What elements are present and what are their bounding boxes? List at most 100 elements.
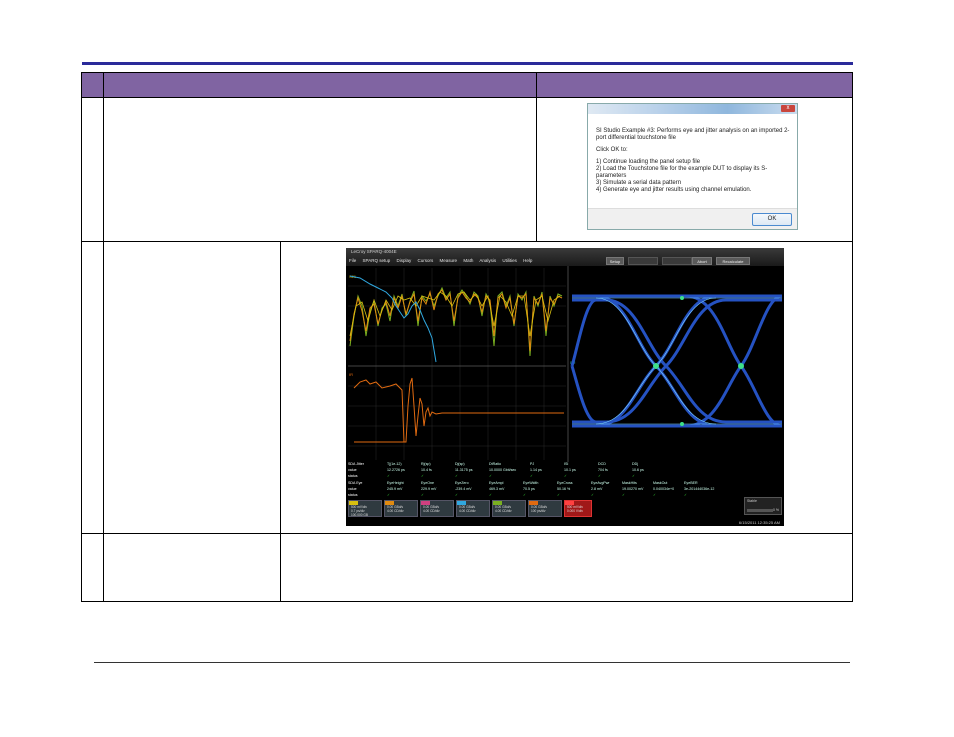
- timestamp: 6/15/2011 12:35:25 AM: [738, 520, 780, 525]
- abort-button[interactable]: Abort: [692, 257, 712, 265]
- progress-value: 0 %: [772, 508, 779, 512]
- setup-button[interactable]: Setup: [606, 257, 624, 265]
- meas-row-label: value: [348, 487, 357, 491]
- menu-measure[interactable]: Measure: [440, 258, 458, 263]
- disabled-button: [662, 257, 692, 265]
- meas-cell: EyeAvgPwr: [591, 481, 610, 485]
- meas-status: ✓: [632, 474, 636, 478]
- channel-chip[interactable]: 0.00 GBd/s 4.00 CD/div: [492, 500, 526, 517]
- meas-cell: 704 fs: [598, 468, 608, 472]
- chip-line: 4.00 CD/div: [423, 509, 440, 513]
- channel-chip[interactable]: 0.00 GBd/s 4.00 CD/div: [456, 500, 490, 517]
- chip-color-tag: [565, 501, 574, 505]
- meas-cell: 3e-201444036e-12: [684, 487, 715, 491]
- meas-row: SDA Eye EyeHeight EyeOne EyeZero EyeAmpl…: [348, 481, 714, 485]
- meas-cell: 50.16 %: [557, 487, 571, 491]
- meas-status: ✓: [387, 493, 391, 497]
- meas-cell: DDj: [632, 462, 638, 466]
- menu-display[interactable]: Display: [396, 258, 411, 263]
- meas-row-label: SDA Jitter: [348, 462, 364, 466]
- meas-cell: EyeHeight: [387, 481, 404, 485]
- progress-label: Stable: [747, 499, 757, 503]
- channel-chip[interactable]: 0.00 GBd/s 4.00 CD/div: [384, 500, 418, 517]
- meas-cell: ISI: [564, 462, 569, 466]
- meas-cell: 229.9 mV: [421, 487, 437, 491]
- dialog-line-2: Click OK to:: [596, 147, 628, 153]
- table-header-row: [82, 73, 852, 98]
- meas-cell: MaskOut: [653, 481, 668, 485]
- meas-cell: 1.14 ps: [530, 468, 542, 472]
- meas-row: status ✓ ✓ ✓ ✓ ✓ ✓ ✓ ✓: [348, 474, 665, 478]
- recalculate-button[interactable]: Recalculate: [716, 257, 750, 265]
- menu-math[interactable]: Math: [463, 258, 473, 263]
- scope-screenshot: LeCroy SPARQ-4004E File SPARQ setup Disp…: [346, 248, 784, 526]
- channel-chip[interactable]: 500 mV/div 0.7 ps/div 100.000 GB: [348, 500, 382, 517]
- meas-cell: 245.9 mV: [387, 487, 403, 491]
- row-divider-2: [82, 533, 852, 534]
- meas-cell: EyeBER: [684, 481, 698, 485]
- meas-cell: 0.040034e+0: [653, 487, 675, 491]
- measurement-table: SDA Jitter Tj(1e-12) Rj(sp) Dj(sp) DtRat…: [346, 462, 784, 500]
- meas-status: ✓: [622, 493, 626, 497]
- chip-line: 100.000 GB: [351, 513, 369, 517]
- channel-chip[interactable]: 500 mV/div 0.000 V/div: [564, 500, 592, 517]
- channel-chip[interactable]: 0.00 GBd/s 100 ps/div: [528, 500, 562, 517]
- chip-color-tag: [385, 501, 394, 505]
- meas-status: ✓: [421, 493, 425, 497]
- menu-file[interactable]: File: [349, 258, 356, 263]
- chip-color-tag: [349, 501, 358, 505]
- channel-chip[interactable]: 0.00 GBd/s 4.00 CD/div: [420, 500, 454, 517]
- menu-help[interactable]: Help: [523, 258, 532, 263]
- chip-color-tag: [457, 501, 466, 505]
- footer-rule: [94, 662, 850, 663]
- meas-row-label: status: [348, 493, 358, 497]
- meas-cell: 10.4 fs: [421, 468, 432, 472]
- ok-button[interactable]: OK: [752, 213, 792, 226]
- meas-status: ✓: [523, 493, 527, 497]
- column-divider-2: [536, 73, 537, 241]
- column-divider-3: [280, 241, 281, 601]
- meas-row-label: status: [348, 474, 358, 478]
- meas-status: ✓: [489, 474, 493, 478]
- meas-status: ✓: [591, 493, 595, 497]
- top-rule: [82, 62, 853, 65]
- close-button[interactable]: x: [781, 105, 795, 112]
- chip-color-tag: [421, 501, 430, 505]
- meas-status: ✓: [489, 493, 493, 497]
- meas-status: ✓: [387, 474, 391, 478]
- menu-sparq-setup[interactable]: SPARQ setup: [363, 258, 391, 263]
- meas-cell: MaskHits: [622, 481, 637, 485]
- disabled-button: [628, 257, 658, 265]
- meas-row-label: SDA Eye: [348, 481, 363, 485]
- dialog-step: 3) Simulate a serial data pattern: [596, 180, 682, 186]
- scope-title: LeCroy SPARQ-4004E: [351, 249, 397, 254]
- row-divider-1: [82, 241, 852, 242]
- menu-utilities[interactable]: Utilities: [502, 258, 517, 263]
- meas-status: ✓: [564, 474, 568, 478]
- progress-panel: Stable 0 %: [744, 497, 782, 515]
- meas-cell: 2.8 mV: [591, 487, 603, 491]
- meas-cell: 11.3175 ps: [455, 468, 473, 472]
- dialog-step: 4) Generate eye and jitter results using…: [596, 187, 752, 193]
- scope-menubar: LeCroy SPARQ-4004E File SPARQ setup Disp…: [346, 248, 784, 266]
- meas-status: ✓: [455, 474, 459, 478]
- impulse-label: IR: [349, 372, 353, 377]
- message-dialog: x SI Studio Example #3: Performs eye and…: [587, 103, 798, 230]
- progress-bar: [747, 509, 773, 512]
- chip-line: 4.00 CD/div: [495, 509, 512, 513]
- menu-cursors[interactable]: Cursors: [418, 258, 434, 263]
- chip-line: 4.00 CD/div: [459, 509, 476, 513]
- scope-menu-list: File SPARQ setup Display Cursors Measure…: [349, 258, 537, 263]
- meas-cell: -239.4 mV: [455, 487, 472, 491]
- meas-cell: PJ: [530, 462, 535, 466]
- meas-status: ✓: [557, 493, 561, 497]
- meas-cell: EyeWidth: [523, 481, 539, 485]
- menu-analysis[interactable]: Analysis: [479, 258, 496, 263]
- meas-row: status ✓ ✓ ✓ ✓ ✓ ✓ ✓ ✓ ✓ ✓: [348, 493, 714, 497]
- meas-cell: DtRatio: [489, 462, 501, 466]
- meas-cell: 70.5 ps: [523, 487, 535, 491]
- meas-cell: EyeCross: [557, 481, 573, 485]
- dialog-message: SI Studio Example #3: Performs eye and j…: [588, 114, 797, 194]
- meas-row: SDA Jitter Tj(1e-12) Rj(sp) Dj(sp) DtRat…: [348, 462, 665, 466]
- meas-cell: DCD: [598, 462, 606, 466]
